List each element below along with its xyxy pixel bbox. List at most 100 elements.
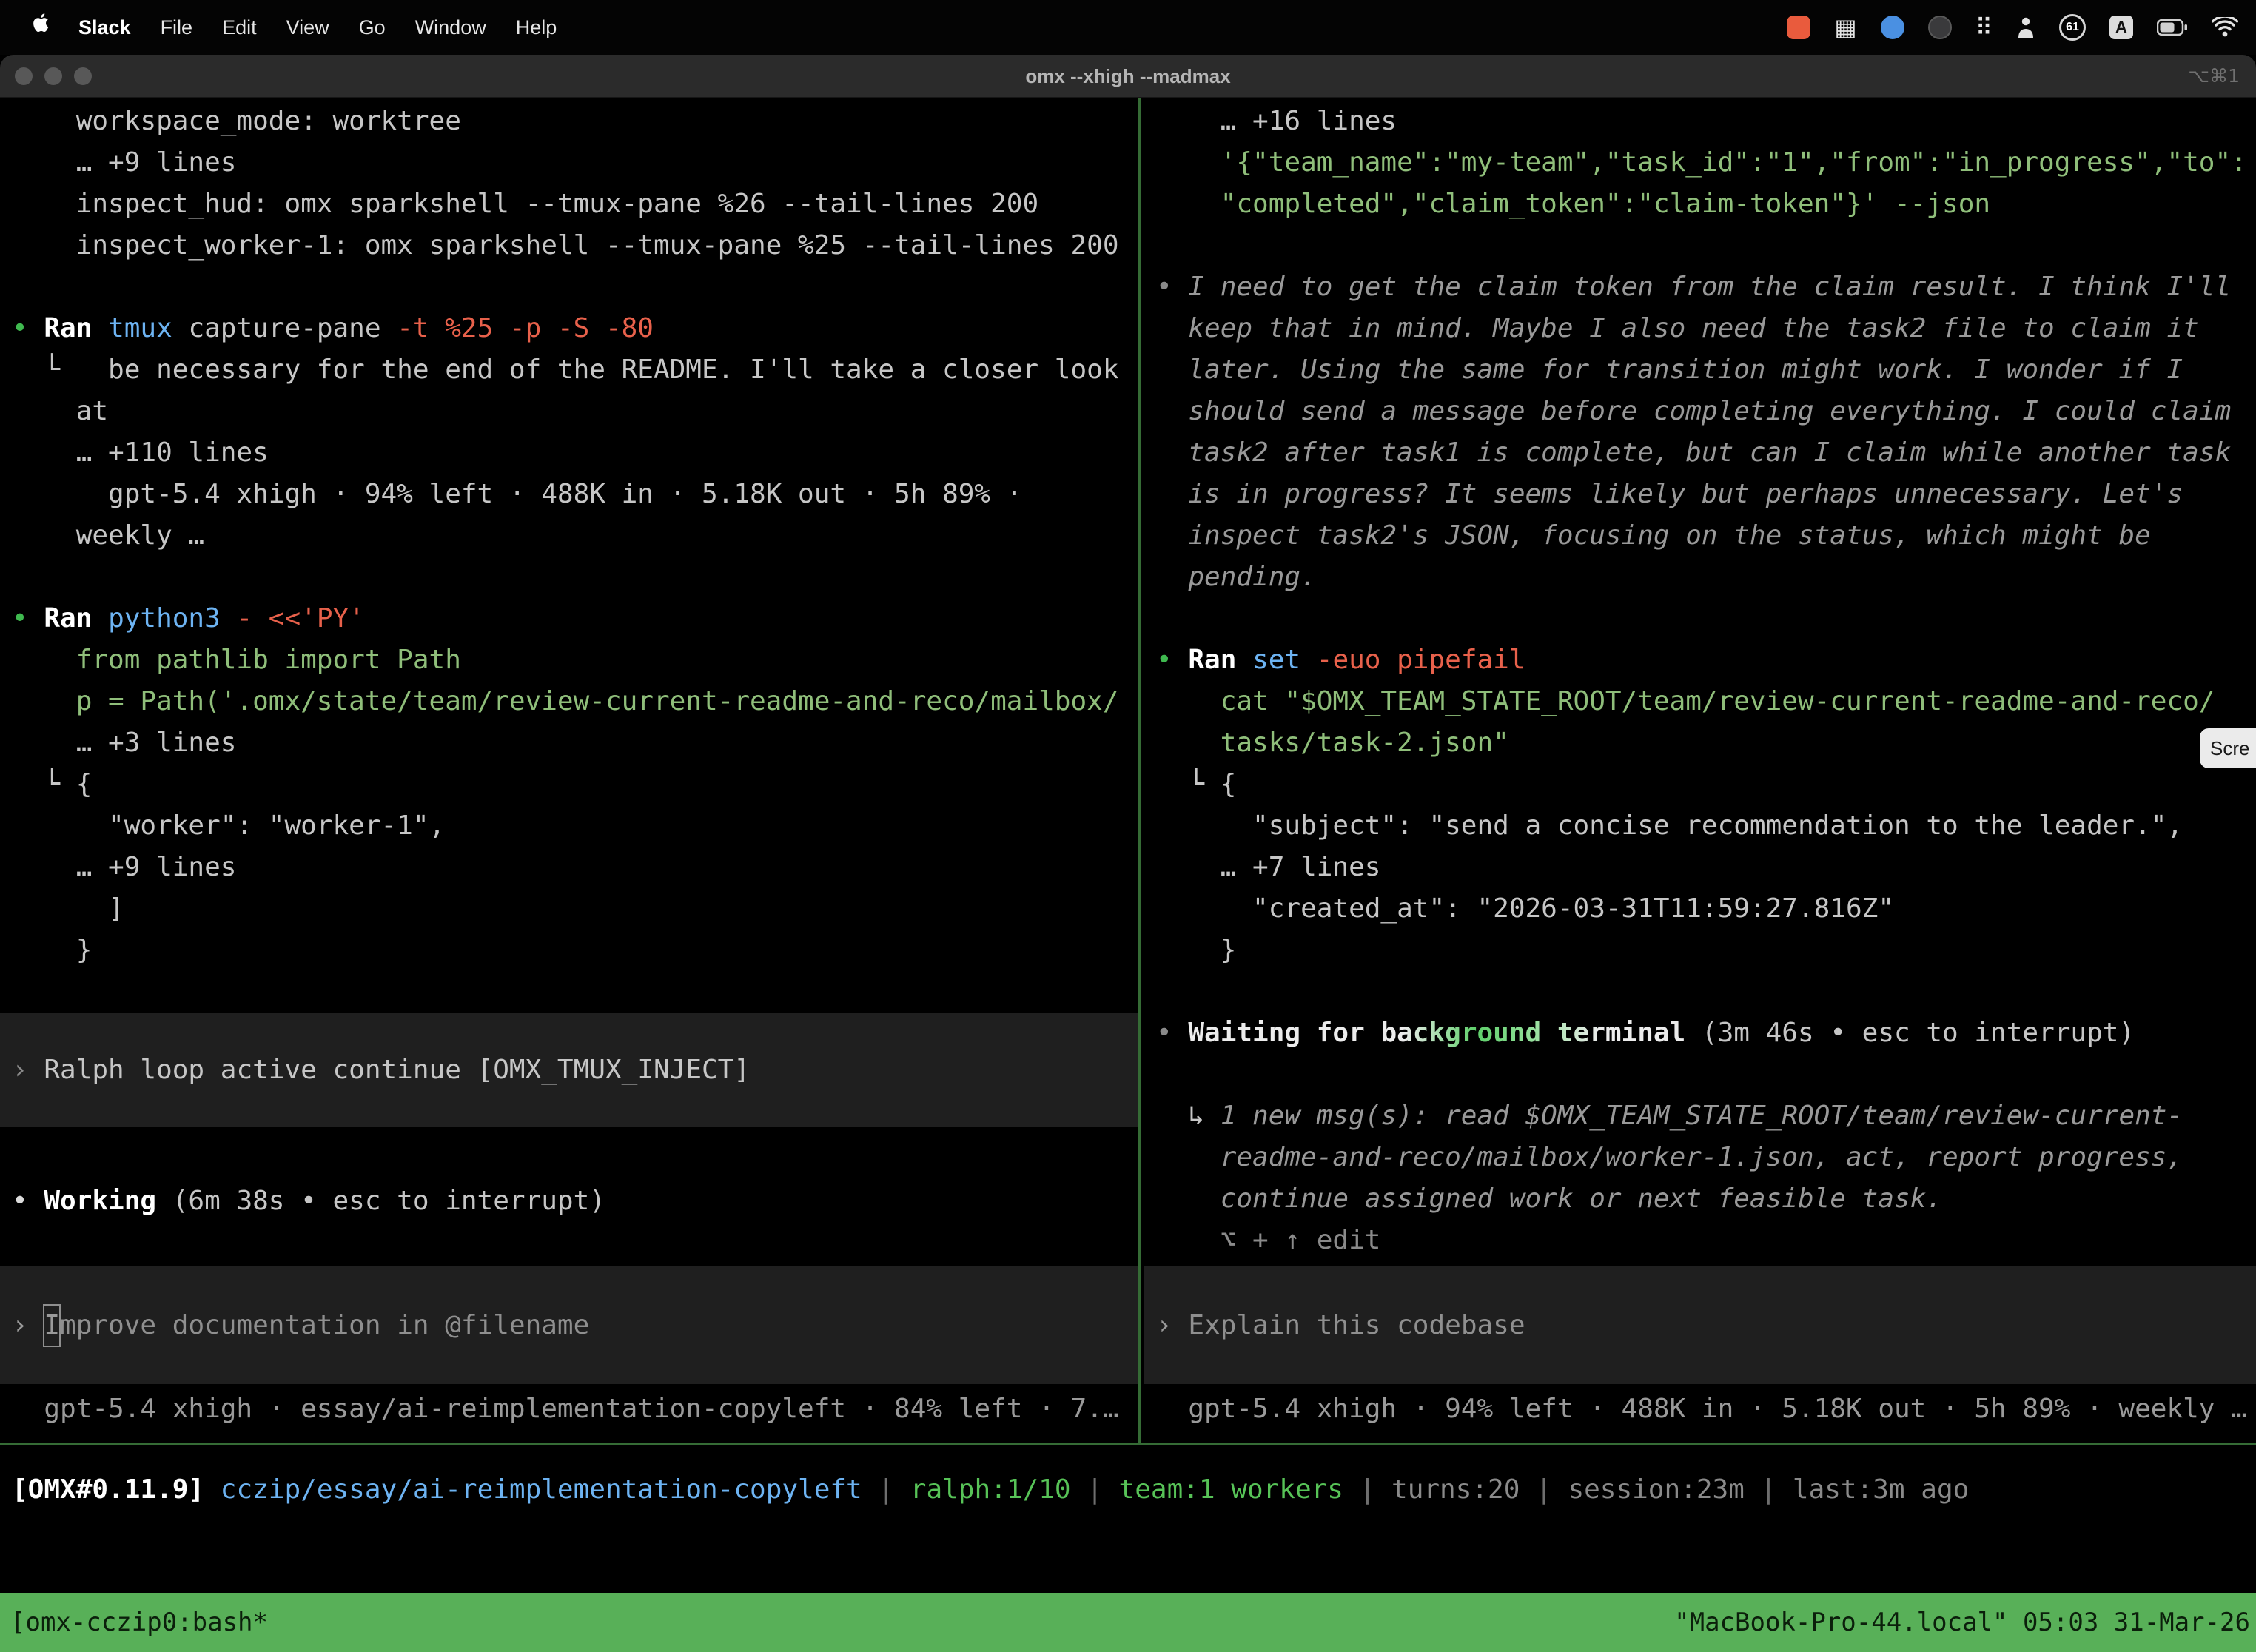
- right-composer-input[interactable]: › Explain this codebase: [1144, 1266, 2256, 1384]
- right-pane-footer: gpt-5.4 xhigh · 94% left · 488K in · 5.1…: [1156, 1389, 2247, 1430]
- tmux-status-bar: [omx-cczip0:bash* "MacBook-Pro-44.local"…: [0, 1593, 2256, 1652]
- menu-item-window[interactable]: Window: [400, 7, 501, 48]
- left-composer-input[interactable]: › Improve documentation in @filename: [0, 1266, 1138, 1384]
- terminal-line: gpt-5.4 xhigh · 94% left · 488K in · 5.1…: [12, 474, 1138, 515]
- terminal-line: └ {: [1156, 764, 2256, 805]
- terminal-line: task2 after task1 is complete, but can I…: [1156, 432, 2256, 474]
- menu-item-help[interactable]: Help: [501, 7, 572, 48]
- tmux-pane-left[interactable]: workspace_mode: worktree … +9 lines insp…: [0, 98, 1138, 1443]
- window-title: omx --xhigh --madmax: [0, 56, 2256, 97]
- apple-logo-icon: [31, 7, 50, 48]
- menu-item-view[interactable]: View: [272, 7, 344, 48]
- tmux-pane-bottom[interactable]: [OMX#0.11.9] cczip/essay/ai-reimplementa…: [0, 1446, 2256, 1593]
- tmux-pane-right[interactable]: … +16 lines '{"team_name":"my-team","tas…: [1144, 98, 2256, 1443]
- terminal-line: [12, 1127, 1138, 1169]
- terminal-line: at: [12, 391, 1138, 432]
- terminal-line: keep that in mind. Maybe I also need the…: [1156, 308, 2256, 349]
- terminal-line: "subject": "send a concise recommendatio…: [1156, 805, 2256, 847]
- terminal-line: └ be necessary for the end of the README…: [12, 349, 1138, 391]
- terminal-line: tasks/task-2.json": [1156, 722, 2256, 764]
- terminal-line: └ {: [12, 764, 1138, 805]
- apple-menu[interactable]: [18, 7, 64, 48]
- terminal-line: "completed","claim_token":"claim-token"}…: [1156, 184, 2256, 225]
- terminal-line: inspect_worker-1: omx sparkshell --tmux-…: [12, 225, 1138, 266]
- terminal-line: • Waiting for background terminal (3m 46…: [1156, 1013, 2256, 1054]
- terminal-line: }: [1156, 930, 2256, 971]
- notice-bar: › Ralph loop active continue [OMX_TMUX_I…: [0, 1013, 1138, 1127]
- menu-item-file[interactable]: File: [146, 7, 208, 48]
- window-shortcut-hint: ⌥⌘1: [2188, 56, 2256, 97]
- terminal-line: • Ran python3 - <<'PY': [12, 598, 1138, 639]
- screenshot-popover-label: Scre: [2210, 728, 2249, 768]
- window-title-bar[interactable]: omx --xhigh --madmax ⌥⌘1: [0, 55, 2256, 98]
- terminal-line: cat "$OMX_TEAM_STATE_ROOT/team/review-cu…: [1156, 681, 2256, 722]
- terminal-line: [1156, 225, 2256, 266]
- terminal-line: later. Using the same for transition mig…: [1156, 349, 2256, 391]
- close-button[interactable]: [15, 67, 33, 85]
- terminal-line: [12, 557, 1138, 598]
- terminal-line: ↳ 1 new msg(s): read $OMX_TEAM_STATE_ROO…: [1156, 1095, 2256, 1137]
- terminal-line: readme-and-reco/mailbox/worker-1.json, a…: [1156, 1137, 2256, 1178]
- right-pane-content: … +16 lines '{"team_name":"my-team","tas…: [1144, 98, 2256, 1261]
- composer-placeholder-text: Explain this codebase: [1188, 1305, 1525, 1346]
- terminal-line: … +9 lines: [12, 142, 1138, 184]
- terminal-line: [1156, 598, 2256, 639]
- terminal-line: … +7 lines: [1156, 847, 2256, 888]
- terminal-line: pending.: [1156, 557, 2256, 598]
- terminal-line: [12, 266, 1138, 308]
- terminal-line: should send a message before completing …: [1156, 391, 2256, 432]
- blue-app-icon[interactable]: [1881, 16, 1904, 39]
- terminal-line: [1156, 971, 2256, 1013]
- wifi-icon[interactable]: [2212, 17, 2238, 38]
- prompt-chevron: ›: [1156, 1305, 1188, 1346]
- pane-divider[interactable]: [1138, 98, 1141, 1443]
- terminal-window: omx --xhigh --madmax ⌥⌘1 workspace_mode:…: [0, 55, 2256, 1652]
- terminal-line: … +16 lines: [1156, 101, 2256, 142]
- input-source-icon[interactable]: A: [2109, 16, 2133, 39]
- terminal-line: [12, 971, 1138, 1013]
- minimize-button[interactable]: [44, 67, 62, 85]
- menu-items: FileEditViewGoWindowHelp: [146, 7, 572, 48]
- terminal-line: ⌥ + ↑ edit: [1156, 1220, 2256, 1261]
- omx-status-line: [OMX#0.11.9] cczip/essay/ai-reimplementa…: [12, 1469, 2256, 1511]
- terminal-line: continue assigned work or next feasible …: [1156, 1178, 2256, 1220]
- terminal-line: … +3 lines: [12, 722, 1138, 764]
- menu-status-icons: ▦ ⠿ 61 A: [1787, 14, 2238, 41]
- terminal-line: ]: [12, 888, 1138, 930]
- battery-icon[interactable]: [2157, 19, 2188, 36]
- menu-bar: Slack FileEditViewGoWindowHelp ▦ ⠿ 61 A: [0, 0, 2256, 55]
- terminal-line: … +9 lines: [12, 847, 1138, 888]
- terminal-line: … +110 lines: [12, 432, 1138, 474]
- user-figure-icon[interactable]: [2016, 16, 2035, 38]
- tmux-panes: workspace_mode: worktree … +9 lines insp…: [0, 98, 2256, 1443]
- window-manager-icon[interactable]: ▦: [1834, 16, 1856, 39]
- terminal-line: weekly …: [12, 515, 1138, 557]
- screen-recording-icon[interactable]: [1787, 16, 1810, 39]
- terminal-line: • Ran set -euo pipefail: [1156, 639, 2256, 681]
- terminal-line: • Ran tmux capture-pane -t %25 -p -S -80: [12, 308, 1138, 349]
- left-pane-footer: gpt-5.4 xhigh · essay/ai-reimplementatio…: [12, 1389, 1119, 1430]
- terminal-line: '{"team_name":"my-team","task_id":"1","f…: [1156, 142, 2256, 184]
- zoom-button[interactable]: [74, 67, 92, 85]
- terminal-line: [1156, 1054, 2256, 1095]
- dark-app-icon[interactable]: [1928, 16, 1952, 39]
- screenshot-popover[interactable]: Scre: [2200, 728, 2256, 768]
- menu-item-go[interactable]: Go: [344, 7, 400, 48]
- battery-percentage-icon[interactable]: 61: [2059, 14, 2086, 41]
- terminal-line: "worker": "worker-1",: [12, 805, 1138, 847]
- prompt-chevron: ›: [12, 1305, 44, 1346]
- terminal-line: workspace_mode: worktree: [12, 101, 1138, 142]
- terminal-line: • Working (6m 38s • esc to interrupt): [12, 1181, 1138, 1222]
- app-launcher-icon[interactable]: ⠿: [1975, 16, 1993, 39]
- tmux-session-label: [omx-cczip0:bash*: [10, 1602, 268, 1643]
- terminal-line: from pathlib import Path: [12, 639, 1138, 681]
- text-cursor: I: [44, 1305, 60, 1346]
- terminal-line: p = Path('.omx/state/team/review-current…: [12, 681, 1138, 722]
- menu-item-edit[interactable]: Edit: [207, 7, 272, 48]
- traffic-lights: [0, 67, 92, 85]
- terminal-line: inspect task2's JSON, focusing on the st…: [1156, 515, 2256, 557]
- terminal-line: }: [12, 930, 1138, 971]
- left-pane-content: workspace_mode: worktree … +9 lines insp…: [0, 98, 1138, 1222]
- menu-left: Slack FileEditViewGoWindowHelp: [18, 7, 571, 48]
- active-app-menu[interactable]: Slack: [64, 7, 146, 48]
